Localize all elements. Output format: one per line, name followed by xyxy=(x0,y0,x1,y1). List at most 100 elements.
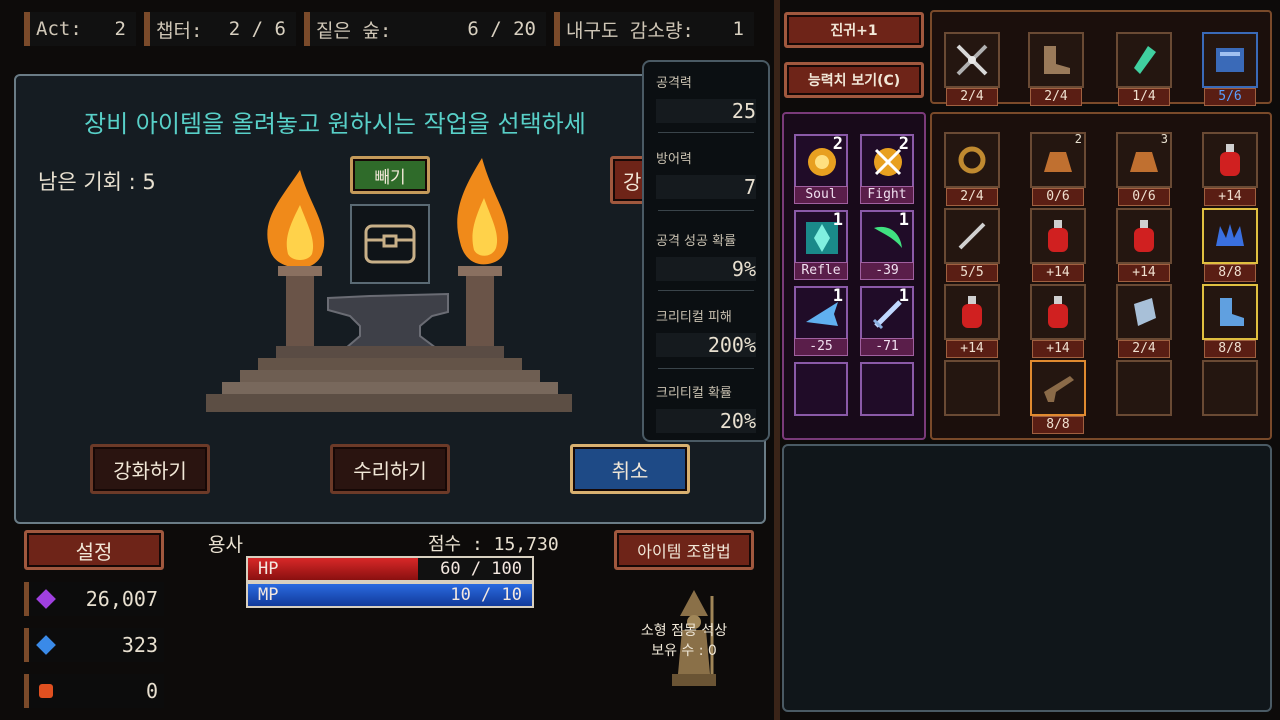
stat-accuracy-label: 공격 성공 확률 xyxy=(656,234,737,249)
currency-purple: 26,007 xyxy=(24,582,164,616)
currency-blue: 323 xyxy=(24,628,164,662)
stat-divider xyxy=(658,368,754,369)
equipped-slot[interactable]: 5/6 xyxy=(1202,32,1258,106)
slot-label: 2/4 xyxy=(1030,88,1082,106)
inventory-slot[interactable]: +14 xyxy=(944,284,1000,358)
blue-boots-icon xyxy=(1220,298,1244,326)
red-potion-icon xyxy=(1134,220,1154,252)
item-label: +14 xyxy=(1032,264,1084,282)
inventory-slot[interactable]: 5/5 xyxy=(944,208,1000,282)
inventory-slot[interactable]: 2 0/6 xyxy=(1030,132,1086,206)
inventory-slot-empty[interactable] xyxy=(1116,360,1172,416)
item-label: 8/8 xyxy=(1032,416,1084,434)
recipe-button[interactable]: 아이템 조합법 xyxy=(614,530,754,570)
inventory-slot[interactable]: 8/8 xyxy=(1202,208,1258,282)
inventory-slot[interactable]: +14 xyxy=(1030,208,1086,282)
hp-bar: HP 60 / 100 xyxy=(246,556,534,582)
currency-blue-value: 323 xyxy=(121,633,158,657)
hp-value: 60 / 100 xyxy=(440,559,522,579)
equipped-slot[interactable]: 2/4 xyxy=(944,32,1000,106)
skill-label: -71 xyxy=(860,338,914,356)
skill-slot[interactable]: 1 -39 xyxy=(860,210,914,280)
item-label: 0/6 xyxy=(1032,188,1084,206)
skill-slot[interactable]: 2 Fight xyxy=(860,134,914,204)
inventory-slot[interactable]: +14 xyxy=(1116,208,1172,282)
stat-crit-damage: 크리티컬 피해 200% xyxy=(656,306,756,357)
inventory-slot[interactable]: 3 0/6 xyxy=(1116,132,1172,206)
stat-defense-value: 7 xyxy=(656,175,756,199)
skill-count: 1 xyxy=(898,210,909,230)
cancel-button[interactable]: 취소 xyxy=(570,444,690,494)
stat-attack-value: 25 xyxy=(656,99,756,123)
mp-bar: MP 10 / 10 xyxy=(246,582,534,608)
skill-slot[interactable]: 1 -25 xyxy=(794,286,848,356)
ability-view-button[interactable]: 능력치 보기(C) xyxy=(784,62,924,98)
statue-count: 보유 수 : 0 xyxy=(651,643,717,659)
inventory-slot[interactable]: +14 xyxy=(1202,132,1258,206)
equipped-slot[interactable]: 1/4 xyxy=(1116,32,1172,106)
skill-slot-empty[interactable] xyxy=(860,362,914,416)
chapter-label: 챕터: xyxy=(156,19,203,42)
stat-attack: 공격력 25 xyxy=(656,72,756,123)
inventory-slot-empty[interactable] xyxy=(1202,360,1258,416)
skill-slot[interactable]: 2 Soul xyxy=(794,134,848,204)
mp-label: MP xyxy=(258,585,279,605)
crossed-swords-icon xyxy=(956,44,988,76)
inventory-slot[interactable]: 2/4 xyxy=(1116,284,1172,358)
promote-button[interactable]: 진귀+1 xyxy=(784,12,924,48)
anvil-icon xyxy=(327,292,449,349)
inventory-slot[interactable]: 2/4 xyxy=(944,132,1000,206)
item-label: +14 xyxy=(946,340,998,358)
slot-label: 1/4 xyxy=(1118,88,1170,106)
stat-defense: 방어력 7 xyxy=(656,148,756,199)
item-label: +14 xyxy=(1204,188,1256,206)
whip-icon xyxy=(958,146,986,174)
stat-crit-rate-value: 20% xyxy=(656,409,756,433)
stat-divider xyxy=(658,210,754,211)
repair-button[interactable]: 수리하기 xyxy=(330,444,450,494)
forest-stat: 짙은 숲: 6 / 20 xyxy=(304,12,546,46)
chapter-value: 2 / 6 xyxy=(228,18,286,40)
item-description-panel xyxy=(782,444,1272,712)
chapter-stat: 챕터: 2 / 6 xyxy=(144,12,296,46)
item-count: 2 xyxy=(1074,132,1082,146)
skill-slot[interactable]: 1 Refle xyxy=(794,210,848,280)
skill-count: 1 xyxy=(898,286,909,306)
inventory-slot-empty[interactable] xyxy=(944,360,1000,416)
inventory-slot[interactable]: 8/8 xyxy=(1030,360,1086,434)
red-potion-icon xyxy=(1048,220,1068,252)
inventory-slot[interactable]: 8/8 xyxy=(1202,284,1258,358)
inventory-slot[interactable]: +14 xyxy=(1030,284,1086,358)
left-torch-icon xyxy=(267,170,325,354)
skill-slot-empty[interactable] xyxy=(794,362,848,416)
skill-count: 2 xyxy=(832,134,843,154)
item-label: 8/8 xyxy=(1204,264,1256,282)
item-label: 0/6 xyxy=(1118,188,1170,206)
equipped-slot[interactable]: 2/4 xyxy=(1028,32,1084,106)
act-stat: Act: 2 xyxy=(24,12,136,46)
durability-value: 1 xyxy=(732,18,744,40)
stat-crit-damage-value: 200% xyxy=(656,333,756,357)
slot-label: 2/4 xyxy=(946,88,998,106)
slot-label: 5/6 xyxy=(1204,88,1256,106)
stats-popup: 공격력 25 방어력 7 공격 성공 확률 9% 크리티컬 피해 200% 크리… xyxy=(642,60,770,442)
skill-slot[interactable]: 1 -71 xyxy=(860,286,914,356)
forest-value: 6 / 20 xyxy=(467,18,536,40)
skill-count: 1 xyxy=(832,210,843,230)
spellbook-icon xyxy=(1216,48,1244,72)
enhance-button[interactable]: 강화하기 xyxy=(90,444,210,494)
skill-label: Refle xyxy=(794,262,848,280)
item-count: 3 xyxy=(1160,132,1168,146)
skill-label: -39 xyxy=(860,262,914,280)
red-potion-icon xyxy=(962,296,982,328)
currency-red-value: 0 xyxy=(145,679,158,703)
stat-crit-damage-label: 크리티컬 피해 xyxy=(656,310,732,325)
stat-divider xyxy=(658,132,754,133)
skill-label: Soul xyxy=(794,186,848,204)
skill-count: 1 xyxy=(832,286,843,306)
pouch-icon xyxy=(1044,152,1072,172)
skill-count: 2 xyxy=(898,134,909,154)
item-label: +14 xyxy=(1118,264,1170,282)
settings-button[interactable]: 설정 xyxy=(24,530,164,570)
stat-defense-label: 방어력 xyxy=(656,152,692,167)
